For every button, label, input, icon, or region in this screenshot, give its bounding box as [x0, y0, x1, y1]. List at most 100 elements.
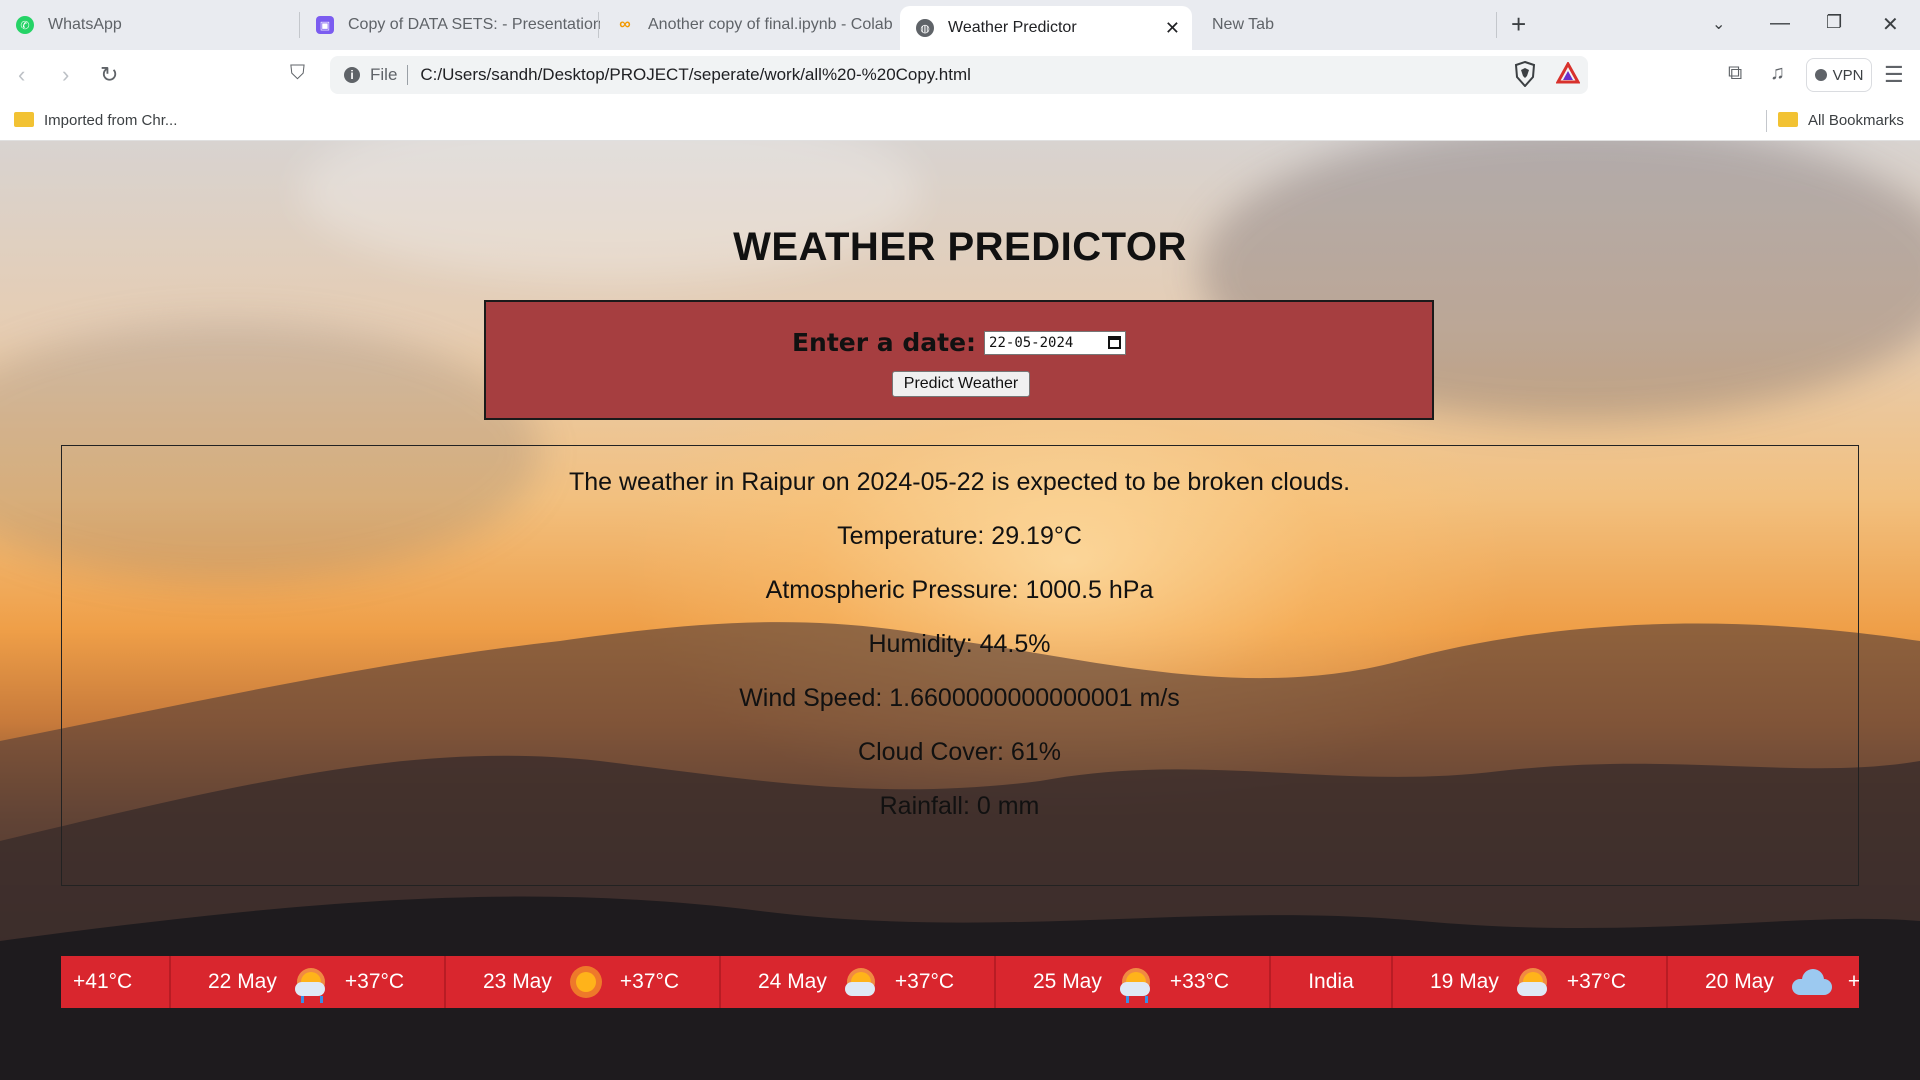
- sun-rain-icon: [1116, 962, 1156, 1002]
- tab-whatsapp[interactable]: ✆ WhatsApp: [0, 0, 300, 50]
- ticker-item: 19 May +37°C: [1430, 956, 1626, 1008]
- ticker-divider: [1666, 956, 1668, 1008]
- url-scheme: File: [370, 65, 398, 84]
- date-form: Enter a date: 22-05-2024 Predict Weather: [484, 300, 1434, 420]
- ticker-date: 22 May: [208, 970, 277, 993]
- folder-icon: [14, 112, 34, 127]
- folder-icon: [1778, 112, 1798, 127]
- tab-title: New Tab: [1212, 16, 1274, 33]
- tab-divider: [1496, 12, 1497, 38]
- ticker-item: +41°C: [73, 956, 132, 1008]
- address-bar[interactable]: i File C:/Users/sandh/Desktop/PROJECT/se…: [330, 56, 1588, 94]
- tab-title: Copy of DATA SETS: - Presentation: [348, 16, 600, 33]
- cloud-icon: [1788, 967, 1834, 997]
- ticker-temp: +37°C: [344, 970, 405, 993]
- result-summary: The weather in Raipur on 2024-05-22 is e…: [568, 468, 1351, 496]
- result-humidity: Humidity: 44.5%: [868, 630, 1051, 658]
- result-temperature: Temperature: 29.19°C: [837, 522, 1082, 550]
- sun-cloud-icon: [841, 962, 881, 1002]
- bookmark-icon[interactable]: ⛉: [290, 62, 305, 85]
- forward-icon[interactable]: ›: [62, 62, 69, 88]
- restore-icon[interactable]: ❐: [1826, 12, 1842, 33]
- ticker-divider: [444, 956, 446, 1008]
- result-cloud-cover: Cloud Cover: 61%: [858, 738, 1061, 766]
- close-window-icon[interactable]: ✕: [1882, 12, 1899, 37]
- tab-weather-predictor[interactable]: ◍ Weather Predictor ✕: [900, 6, 1192, 50]
- tab-presentation[interactable]: ▣ Copy of DATA SETS: - Presentation: [300, 0, 600, 50]
- ticker-item: India: [1275, 956, 1387, 1008]
- ticker-item: 20 May +: [1705, 956, 1859, 1008]
- bookmark-folder-imported[interactable]: Imported from Chr...: [14, 110, 177, 129]
- browser-toolbar: ‹ › ↻ ⛉ i File C:/Users/sandh/Desktop/PR…: [0, 50, 1920, 100]
- tab-colab[interactable]: ∞ Another copy of final.ipynb - Colab: [600, 0, 900, 50]
- back-icon[interactable]: ‹: [18, 62, 25, 88]
- date-label: Enter a date:: [791, 328, 977, 357]
- date-value: 22-05-2024: [989, 334, 1074, 351]
- ticker-date: 25 May: [1033, 970, 1102, 993]
- media-control-icon[interactable]: ♫: [1770, 62, 1785, 85]
- ticker-date: 19 May: [1430, 970, 1499, 993]
- globe-icon: ◍: [916, 19, 934, 37]
- url-divider: [407, 65, 409, 85]
- ticker-date: 24 May: [758, 970, 827, 993]
- brave-shield-icon[interactable]: [1514, 61, 1536, 87]
- ticker-item: 23 May +37°C: [483, 956, 679, 1008]
- forecast-ticker[interactable]: +41°C 22 May +37°C 23 May +37°C 24 May +…: [61, 956, 1859, 1008]
- ticker-divider: [169, 956, 171, 1008]
- result-rainfall: Rainfall: 0 mm: [879, 792, 1040, 820]
- menu-icon[interactable]: ☰: [1884, 62, 1904, 88]
- result-wind-speed: Wind Speed: 1.6600000000000001 m/s: [739, 684, 1180, 712]
- ticker-divider: [994, 956, 996, 1008]
- all-bookmarks-button[interactable]: All Bookmarks: [1778, 110, 1904, 129]
- colab-icon: ∞: [619, 16, 631, 33]
- close-tab-icon[interactable]: ✕: [1165, 18, 1180, 39]
- ticker-date: 20 May: [1705, 970, 1774, 993]
- all-bookmarks-label: All Bookmarks: [1808, 112, 1904, 129]
- ticker-temp: +33°C: [1169, 970, 1230, 993]
- prediction-result: The weather in Raipur on 2024-05-22 is e…: [61, 445, 1859, 886]
- page-title: WEATHER PREDICTOR: [733, 225, 1187, 269]
- vpn-label: VPN: [1832, 66, 1864, 84]
- bookmark-folder-label: Imported from Chr...: [44, 112, 178, 129]
- tab-divider: [598, 12, 599, 38]
- reload-icon[interactable]: ↻: [100, 62, 118, 88]
- ticker-divider: [1391, 956, 1393, 1008]
- brave-rewards-icon[interactable]: [1556, 62, 1580, 84]
- calendar-icon[interactable]: [1108, 335, 1122, 349]
- ticker-temp: +41°C: [73, 970, 133, 993]
- sun-cloud-icon: [1513, 962, 1553, 1002]
- ticker-item: 25 May +33°C: [1033, 956, 1229, 1008]
- slides-icon: ▣: [316, 16, 334, 34]
- tab-title: Another copy of final.ipynb - Colab: [648, 16, 893, 33]
- sun-rain-icon: [291, 962, 331, 1002]
- ticker-temp: +37°C: [894, 970, 955, 993]
- date-form-row: Enter a date: 22-05-2024: [486, 328, 1432, 357]
- minimize-icon[interactable]: —: [1770, 12, 1790, 35]
- new-tab-plus-icon[interactable]: +: [1511, 9, 1526, 40]
- ticker-divider: [719, 956, 721, 1008]
- vpn-button[interactable]: VPN: [1806, 58, 1872, 92]
- tab-strip: ✆ WhatsApp ▣ Copy of DATA SETS: - Presen…: [0, 0, 1920, 50]
- page-viewport: WEATHER PREDICTOR Enter a date: 22-05-20…: [0, 141, 1920, 1080]
- ticker-divider: [1269, 956, 1271, 1008]
- result-pressure: Atmospheric Pressure: 1000.5 hPa: [765, 576, 1154, 604]
- sun-icon: [566, 962, 606, 1002]
- ticker-item: 24 May +37°C: [758, 956, 954, 1008]
- extensions-icon[interactable]: ⧉: [1728, 62, 1742, 85]
- predict-weather-button[interactable]: Predict Weather: [892, 371, 1030, 397]
- ticker-item: 22 May +37°C: [208, 956, 404, 1008]
- url-text[interactable]: C:/Users/sandh/Desktop/PROJECT/seperate/…: [420, 65, 971, 85]
- bookmarks-divider: [1766, 110, 1767, 132]
- whatsapp-icon: ✆: [16, 16, 34, 34]
- ticker-temp: +37°C: [619, 970, 680, 993]
- tab-title: WhatsApp: [48, 16, 122, 33]
- ticker-temp: +37°C: [1566, 970, 1627, 993]
- tab-title: Weather Predictor: [948, 19, 1077, 36]
- tab-new-tab[interactable]: New Tab: [1196, 0, 1496, 50]
- ticker-date: 23 May: [483, 970, 552, 993]
- tab-search-chevron-icon[interactable]: ⌄: [1712, 14, 1725, 34]
- site-info-icon[interactable]: i: [344, 67, 360, 83]
- vpn-status-icon: [1814, 69, 1827, 81]
- date-input[interactable]: 22-05-2024: [984, 330, 1127, 355]
- bookmarks-bar: Imported from Chr... All Bookmarks: [0, 100, 1920, 141]
